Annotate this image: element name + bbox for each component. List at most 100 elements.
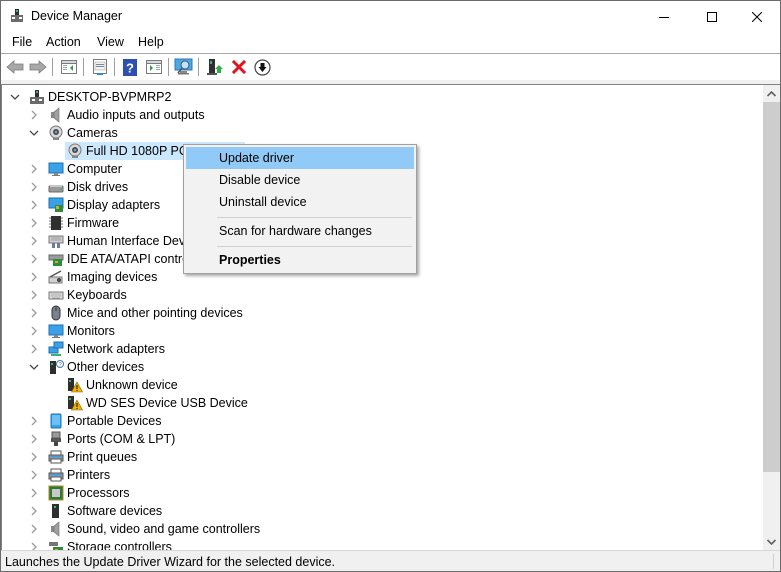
menu-item-label: Disable device	[219, 173, 301, 187]
webcam-icon	[48, 125, 64, 141]
speaker-icon	[48, 521, 64, 537]
menu-view[interactable]: View	[97, 35, 124, 49]
ide-controller-icon	[48, 251, 64, 267]
menu-help[interactable]: Help	[138, 35, 164, 49]
tree-item-label: Sound, video and game controllers	[67, 522, 261, 536]
menu-action[interactable]: Action	[46, 35, 81, 49]
tree-category-item[interactable]: Processors	[2, 484, 742, 502]
menu-file[interactable]: File	[12, 35, 32, 49]
context-menu-item-update-driver[interactable]: Update driver	[186, 147, 414, 169]
chevron-right-icon[interactable]	[29, 199, 39, 211]
context-menu-item-uninstall-device[interactable]: Uninstall device	[186, 191, 414, 213]
chevron-right-icon[interactable]	[29, 217, 39, 229]
chevron-right-icon[interactable]	[29, 433, 39, 445]
context-menu-item-properties[interactable]: Properties	[186, 249, 414, 271]
context-menu-item-scan-for-hardware-changes[interactable]: Scan for hardware changes	[186, 220, 414, 242]
tree-category-item[interactable]: Cameras	[2, 124, 742, 142]
scan-hardware-button[interactable]	[174, 57, 194, 77]
disk-drive-icon	[48, 179, 64, 195]
chevron-right-icon[interactable]	[29, 253, 39, 265]
tree-item-label: Audio inputs and outputs	[67, 108, 205, 122]
help-button[interactable]: ?	[120, 57, 140, 77]
printer-icon	[48, 449, 64, 465]
show-hide-console-tree-button[interactable]	[59, 57, 79, 77]
tree-category-item[interactable]: Ports (COM & LPT)	[2, 430, 742, 448]
chevron-right-icon[interactable]	[29, 235, 39, 247]
chevron-right-icon[interactable]	[29, 325, 39, 337]
tree-item-label: Portable Devices	[67, 414, 162, 428]
maximize-button[interactable]	[689, 1, 735, 32]
context-menu-item-disable-device[interactable]: Disable device	[186, 169, 414, 191]
back-button[interactable]	[5, 57, 25, 77]
chevron-down-icon[interactable]	[29, 361, 39, 373]
console-tree-icon	[61, 60, 77, 74]
menu-item-label: Uninstall device	[219, 195, 307, 209]
menu-item-label: Update driver	[219, 151, 295, 165]
tree-item-label: Disk drives	[67, 180, 129, 194]
tree-category-item[interactable]: Mice and other pointing devices	[2, 304, 742, 322]
scroll-up-button[interactable]	[763, 85, 780, 102]
chevron-right-icon[interactable]	[29, 469, 39, 481]
chevron-right-icon[interactable]	[29, 505, 39, 517]
chevron-right-icon[interactable]	[29, 487, 39, 499]
printer-icon	[48, 467, 64, 483]
close-button[interactable]	[734, 1, 780, 32]
chevron-down-icon[interactable]	[10, 91, 20, 103]
tree-category-item[interactable]: Storage controllers	[2, 538, 742, 550]
chevron-right-icon[interactable]	[29, 271, 39, 283]
forward-button[interactable]	[28, 57, 48, 77]
chevron-right-icon[interactable]	[29, 523, 39, 535]
tree-category-item[interactable]: Network adapters	[2, 340, 742, 358]
menu-bar: File Action View Help	[1, 32, 780, 54]
properties-button[interactable]	[90, 57, 110, 77]
toolbar: ?	[1, 54, 780, 80]
disable-device-button[interactable]	[252, 57, 272, 77]
title-bar: Device Manager	[1, 1, 780, 32]
tree-category-item[interactable]: Printers	[2, 466, 742, 484]
scroll-thumb[interactable]	[763, 102, 780, 472]
close-icon	[752, 11, 762, 22]
webcam-icon	[67, 143, 83, 159]
tree-category-item[interactable]: ? Other devices	[2, 358, 742, 376]
tree-category-item[interactable]: Software devices	[2, 502, 742, 520]
tree-item-label: Printers	[67, 468, 111, 482]
tree-category-item[interactable]: Sound, video and game controllers	[2, 520, 742, 538]
update-driver-button[interactable]	[205, 57, 225, 77]
tree-category-item[interactable]: Monitors	[2, 322, 742, 340]
tree-item-label: WD SES Device USB Device	[86, 396, 248, 410]
chevron-right-icon[interactable]	[29, 163, 39, 175]
tree-device-item[interactable]: Unknown device	[2, 376, 742, 394]
menu-separator	[217, 246, 412, 247]
scroll-down-button[interactable]	[763, 533, 780, 550]
chevron-right-icon[interactable]	[29, 541, 39, 550]
tree-device-item[interactable]: WD SES Device USB Device	[2, 394, 742, 412]
tree-category-item[interactable]: Audio inputs and outputs	[2, 106, 742, 124]
tree-category-item[interactable]: Keyboards	[2, 286, 742, 304]
chevron-right-icon[interactable]	[29, 451, 39, 463]
show-hide-action-pane-button[interactable]	[144, 57, 164, 77]
tree-item-label: Imaging devices	[67, 270, 158, 284]
toolbar-separator	[168, 58, 169, 76]
uninstall-device-button[interactable]	[229, 57, 249, 77]
tree-item-label: Other devices	[67, 360, 145, 374]
keyboard-icon	[48, 287, 64, 303]
chevron-right-icon[interactable]	[29, 307, 39, 319]
arrow-right-icon	[29, 60, 47, 74]
chevron-right-icon[interactable]	[29, 109, 39, 121]
chevron-right-icon[interactable]	[29, 415, 39, 427]
chevron-up-icon	[767, 90, 776, 97]
chevron-right-icon[interactable]	[29, 343, 39, 355]
minimize-button[interactable]	[641, 1, 687, 32]
vertical-scrollbar[interactable]	[763, 85, 780, 550]
chevron-right-icon[interactable]	[29, 289, 39, 301]
status-divider	[773, 554, 774, 569]
tree-category-item[interactable]: Print queues	[2, 448, 742, 466]
chevron-down-icon[interactable]	[29, 127, 39, 139]
chip-icon	[48, 215, 64, 231]
svg-text:?: ?	[126, 60, 134, 75]
tree-item-label: Processors	[67, 486, 130, 500]
tree-root[interactable]: DESKTOP-BVPMRP2	[2, 88, 742, 106]
chevron-right-icon[interactable]	[29, 181, 39, 193]
processor-icon	[48, 485, 64, 501]
tree-category-item[interactable]: Portable Devices	[2, 412, 742, 430]
